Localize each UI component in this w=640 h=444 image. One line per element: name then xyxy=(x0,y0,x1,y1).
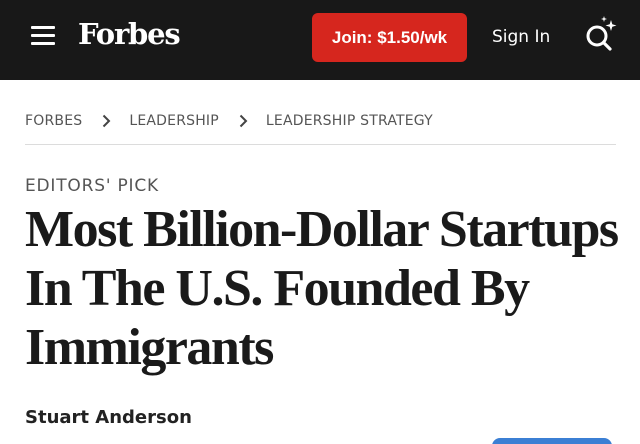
join-subscription-button[interactable]: Join: $1.50/wk xyxy=(312,13,467,62)
chevron-right-icon xyxy=(239,114,248,128)
breadcrumb-leadership[interactable]: LEADERSHIP xyxy=(129,113,219,129)
headline-line: In The U.S. Founded By xyxy=(25,260,530,317)
breadcrumb: FORBES LEADERSHIP LEADERSHIP STRATEGY xyxy=(25,113,433,129)
headline-line: Immigrants xyxy=(25,319,274,376)
headline-line: Most Billion-Dollar Startups xyxy=(25,201,619,258)
follow-button[interactable] xyxy=(492,438,612,444)
author-name[interactable]: Stuart Anderson xyxy=(25,407,192,428)
forbes-logo[interactable]: Forbes xyxy=(78,17,181,51)
hamburger-menu-icon[interactable] xyxy=(31,26,55,48)
top-navigation-bar: Forbes Join: $1.50/wk Sign In xyxy=(0,0,640,80)
breadcrumb-divider xyxy=(25,144,616,145)
chevron-right-icon xyxy=(102,114,111,128)
breadcrumb-forbes[interactable]: FORBES xyxy=(25,113,82,129)
search-icon[interactable] xyxy=(583,14,623,54)
breadcrumb-leadership-strategy[interactable]: LEADERSHIP STRATEGY xyxy=(266,113,433,129)
article-headline: Most Billion-Dollar Startups In The U.S.… xyxy=(25,200,625,377)
sign-in-link[interactable]: Sign In xyxy=(492,27,550,47)
editors-pick-label: EDITORS' PICK xyxy=(25,176,159,196)
